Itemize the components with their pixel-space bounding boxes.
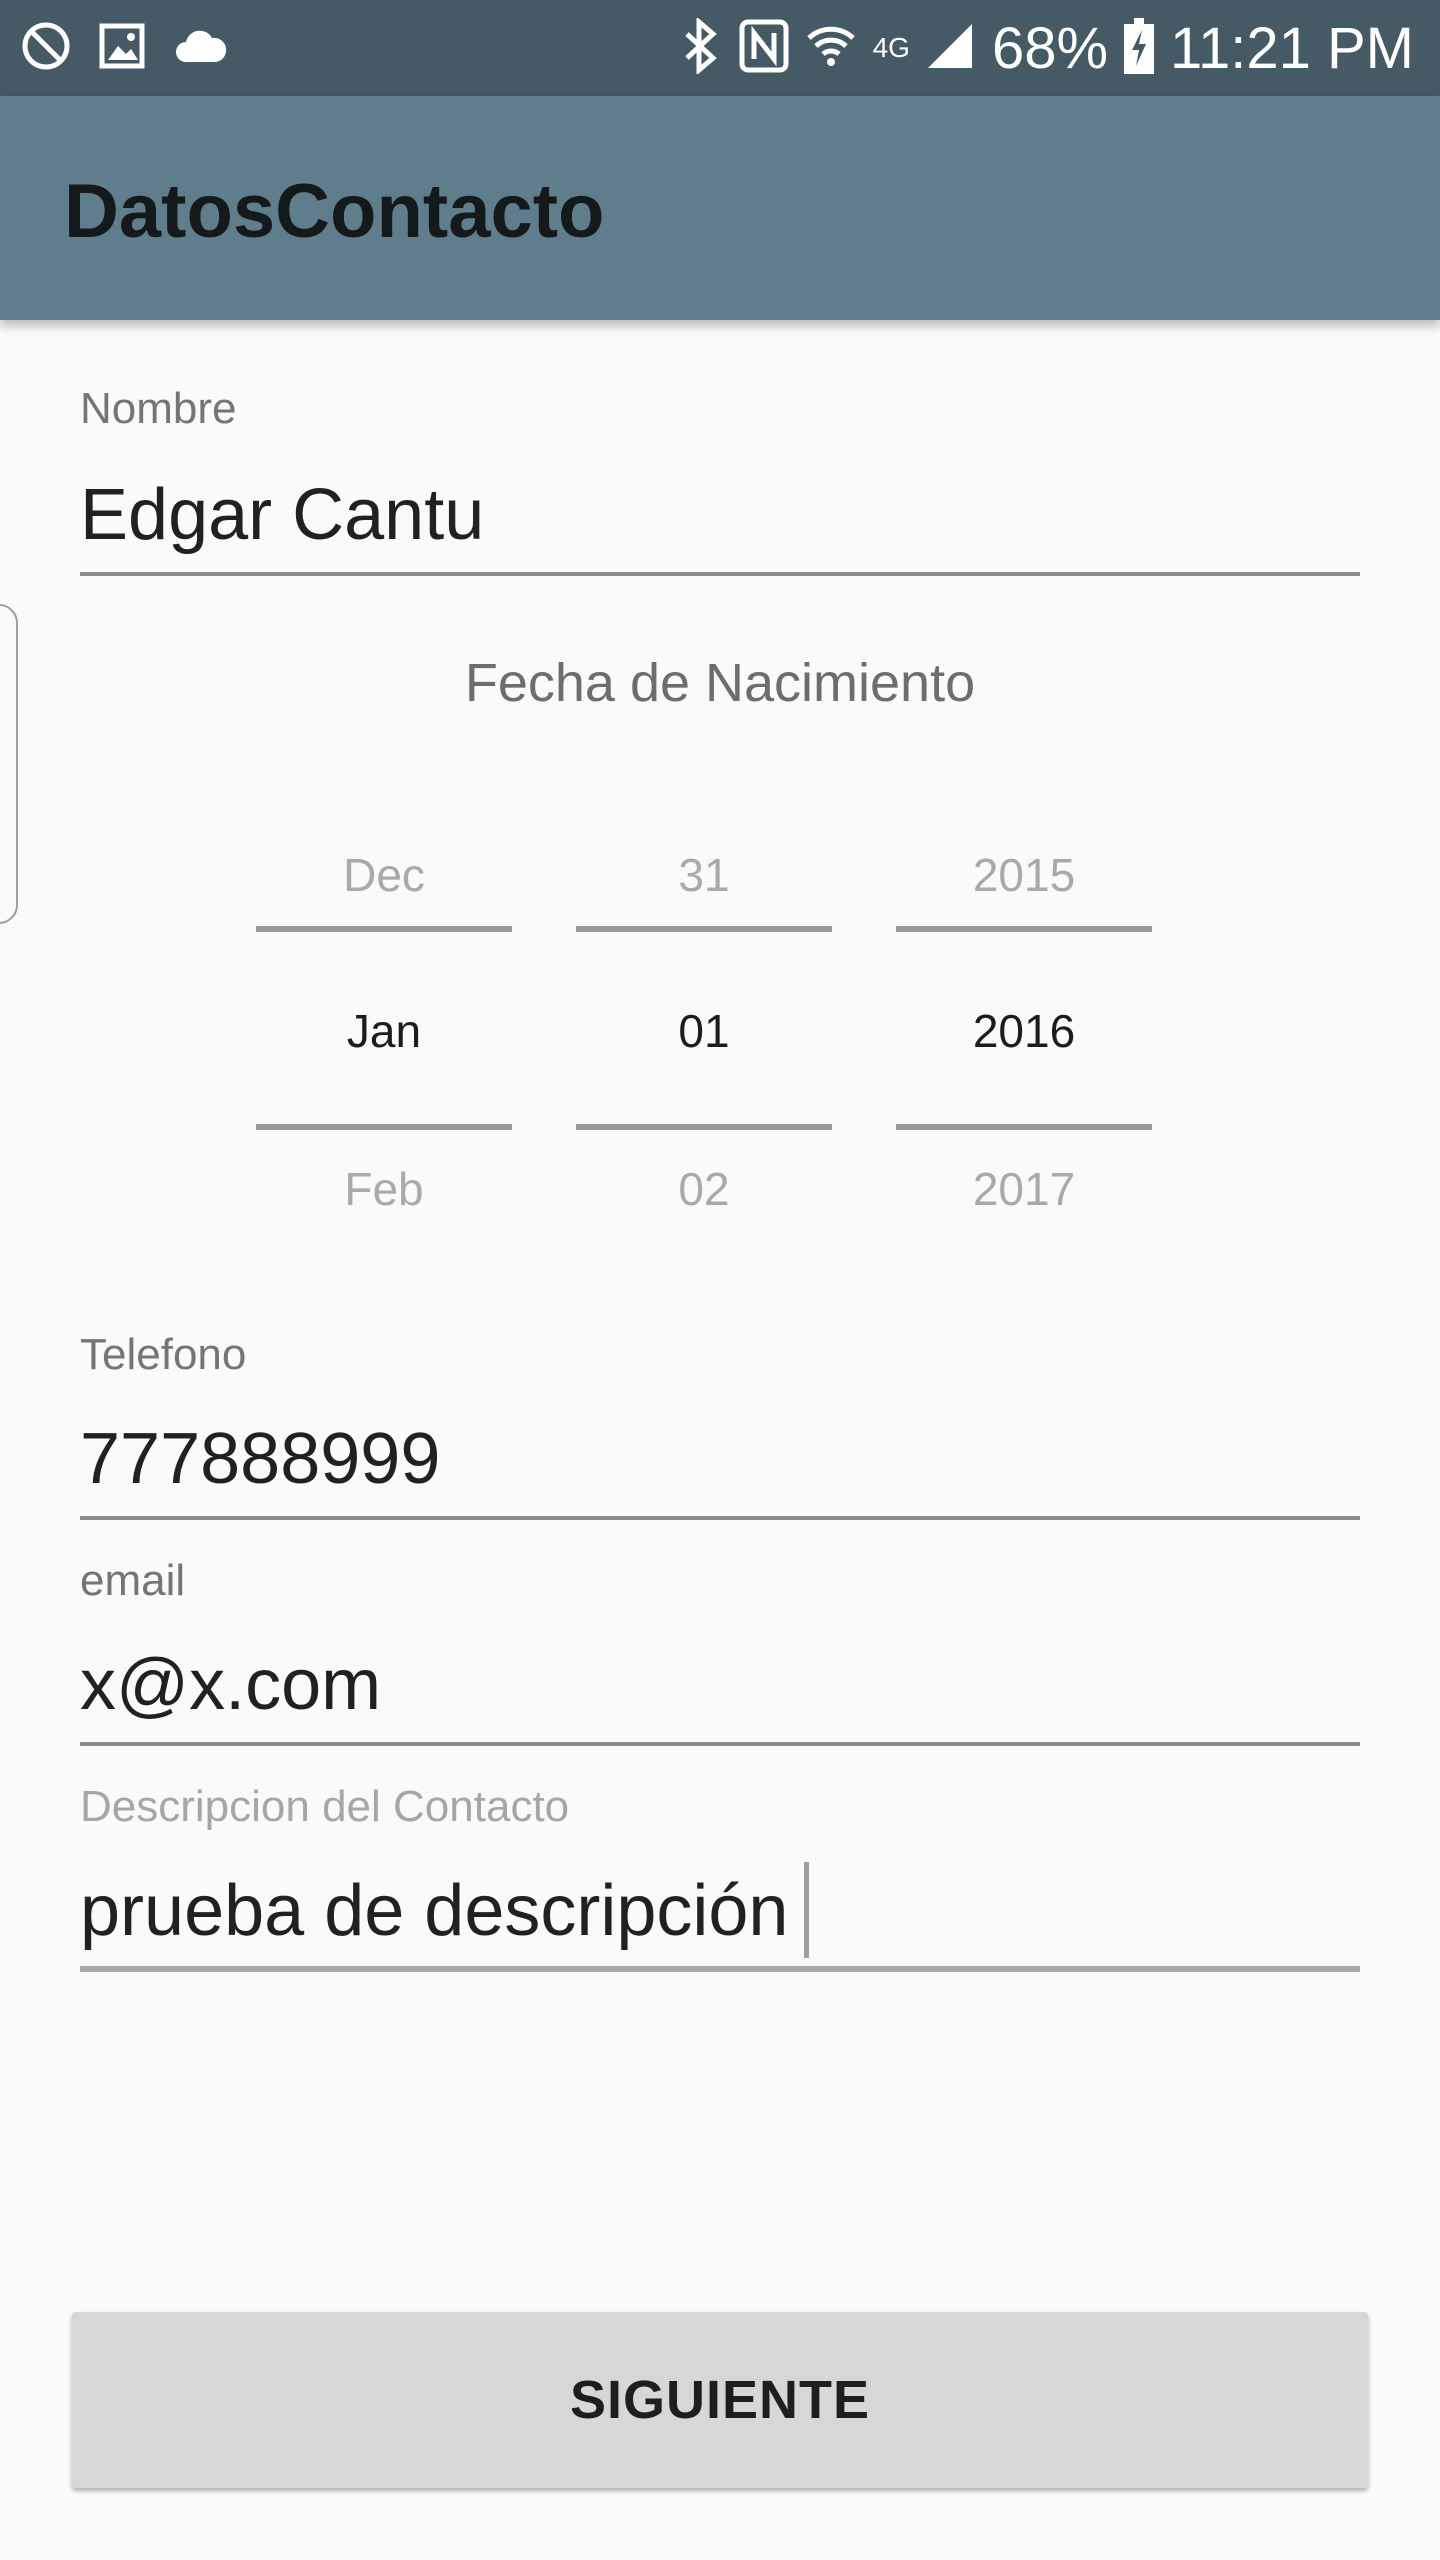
fecha-nacimiento-label: Fecha de Nacimiento [464,653,976,713]
text-cursor [804,1862,809,1958]
battery-percent: 68% [991,15,1109,81]
month-next[interactable]: Feb [256,1162,512,1216]
descripcion-label: Descripcion del Contacto [80,1782,570,1831]
day-picker[interactable]: 31 01 02 [576,836,832,1232]
clock: 11:21 PM [1170,15,1414,81]
month-divider-bottom [256,1124,512,1130]
year-next[interactable]: 2017 [896,1162,1152,1216]
day-selected[interactable]: 01 [576,1004,832,1058]
descripcion-input[interactable]: prueba de descripción [80,1870,788,1952]
month-prev[interactable]: Dec [256,848,512,902]
nfc-icon [739,19,789,78]
app-title: DatosContacto [64,169,605,254]
telefono-input[interactable]: 777888999 [80,1418,440,1500]
bluetooth-icon [679,16,723,79]
signal-icon [926,22,976,75]
siguiente-button[interactable]: SIGUIENTE [72,2312,1368,2488]
nombre-input[interactable]: Edgar Cantu [80,474,484,556]
battery-charging-icon [1124,17,1155,79]
month-divider-top [256,926,512,932]
cloud-icon [172,26,228,71]
day-divider-top [576,926,832,932]
year-divider-bottom [896,1124,1152,1130]
year-selected[interactable]: 2016 [896,1004,1152,1058]
image-icon [98,22,146,75]
email-label: email [80,1556,186,1605]
month-picker[interactable]: Dec Jan Feb [256,836,512,1232]
telefono-label: Telefono [80,1330,247,1379]
year-picker[interactable]: 2015 2016 2017 [896,836,1152,1232]
network-type-label: 4G [872,32,910,63]
year-prev[interactable]: 2015 [896,848,1152,902]
email-input[interactable]: x@x.com [80,1644,381,1726]
nombre-label: Nombre [80,384,237,433]
nombre-underline [80,572,1360,576]
status-bar: 4G 68% 11:21 PM [0,0,1440,96]
app-bar: DatosContacto [0,96,1440,320]
status-left-icons [20,0,228,96]
telefono-underline [80,1516,1360,1520]
day-divider-bottom [576,1124,832,1130]
email-underline [80,1742,1360,1746]
do-not-disturb-icon [20,20,72,77]
descripcion-underline [80,1966,1360,1972]
day-next[interactable]: 02 [576,1162,832,1216]
day-prev[interactable]: 31 [576,848,832,902]
status-right-icons: 4G 68% 11:21 PM [679,0,1414,96]
month-selected[interactable]: Jan [256,1004,512,1058]
year-divider-top [896,926,1152,932]
wifi-icon [805,20,857,77]
